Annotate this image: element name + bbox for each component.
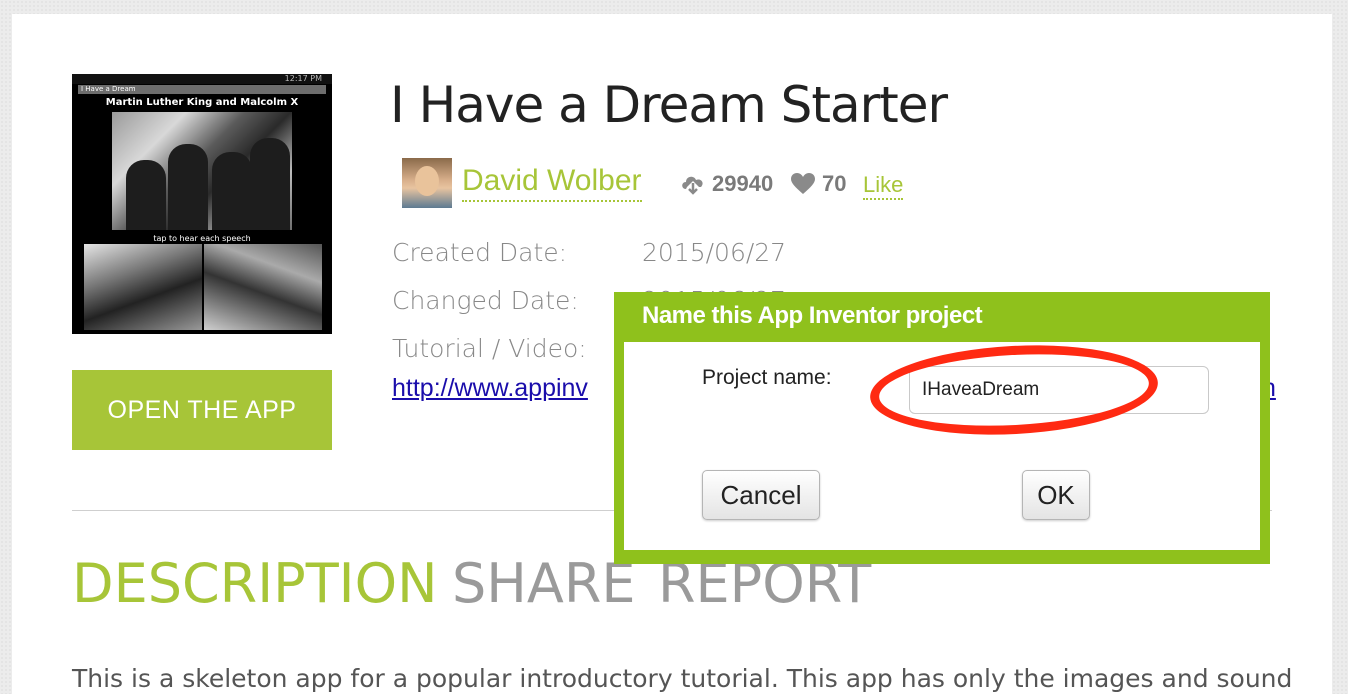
author-name-link[interactable]: David Wolber (462, 164, 642, 202)
app-screenshot-thumbnail: 12:17 PM I Have a Dream Martin Luther Ki… (72, 74, 332, 334)
phone-status-bar: 12:17 PM (72, 74, 332, 84)
like-count: 70 (790, 171, 846, 197)
like-link[interactable]: Like (863, 172, 904, 200)
download-count: 29940 (680, 171, 773, 197)
thumbnail-main-photo (112, 112, 292, 230)
ok-button[interactable]: OK (1022, 470, 1090, 520)
thumbnail-photo-right (204, 244, 322, 330)
app-title: I Have a Dream Starter (390, 76, 948, 134)
like-count-value: 70 (822, 171, 847, 196)
tab-share[interactable]: SHARE (452, 552, 635, 615)
created-date-value: 2015/06/27 (642, 238, 787, 267)
author-avatar[interactable] (402, 158, 452, 208)
tutorial-label: Tutorial / Video: (392, 334, 587, 363)
created-date-label: Created Date: (392, 238, 568, 267)
project-name-label: Project name: (702, 366, 832, 389)
tutorial-link[interactable]: http://www.appinv (392, 374, 588, 403)
tab-description[interactable]: DESCRIPTION (72, 552, 438, 615)
cancel-button[interactable]: Cancel (702, 470, 820, 520)
thumbnail-caption: tap to hear each speech (153, 234, 251, 243)
phone-screen-title: I Have a Dream (78, 85, 326, 94)
heart-icon (790, 173, 816, 195)
changed-date-label: Changed Date: (392, 286, 579, 315)
download-cloud-icon (680, 173, 706, 195)
dialog-title: Name this App Inventor project (642, 302, 983, 329)
dialog-body: Project name: Cancel OK (624, 338, 1260, 550)
thumbnail-photo-left (84, 244, 202, 330)
name-project-dialog: Name this App Inventor project Project n… (614, 292, 1270, 564)
thumbnail-heading: Martin Luther King and Malcolm X (105, 97, 299, 108)
project-name-input[interactable] (909, 366, 1209, 414)
open-the-app-button[interactable]: OPEN THE APP (72, 370, 332, 450)
app-description: This is a skeleton app for a popular int… (72, 664, 1293, 693)
download-count-value: 29940 (712, 171, 774, 196)
